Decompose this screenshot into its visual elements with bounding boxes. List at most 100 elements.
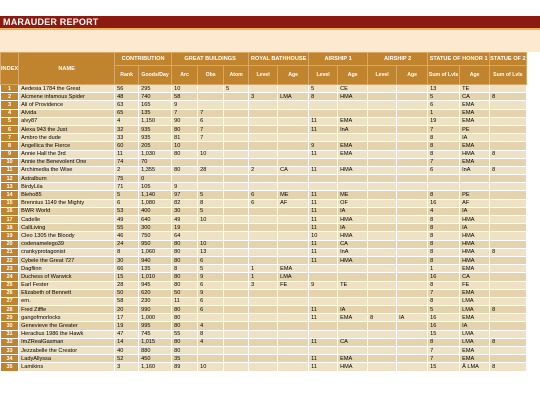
statue1-sum-lvls-cell: 6 — [427, 100, 461, 110]
table-row: 12 Astralburn 75 0 — [0, 174, 527, 184]
statue2-sum-lvls-cell — [489, 223, 527, 233]
bathhouse-age-cell: LMA — [277, 272, 310, 282]
arc-cell: 64 — [171, 231, 199, 241]
airship2-age-cell — [396, 354, 429, 364]
statue1-sum-lvls-cell: 8 — [427, 239, 461, 249]
arc-cell: 58 — [171, 92, 199, 102]
index-cell: 6 — [0, 124, 20, 135]
statue2-sum-lvls-cell — [489, 174, 527, 184]
airship2-age-cell — [396, 83, 429, 94]
index-cell: 26 — [0, 288, 20, 298]
statue2-sum-lvls-cell: 8 — [489, 165, 527, 176]
statue1-sum-lvls-cell: 8 — [427, 231, 461, 241]
col-statue1-sum-lvls: Sum of Lvls — [427, 65, 461, 85]
arc-cell: 80 — [171, 247, 199, 257]
goods-day-cell: 400 — [138, 206, 173, 217]
table-row: 6 Alexa 943 the Just 32 935 80 7 11 InA 7 PE — [0, 124, 527, 135]
bathhouse-level-cell: 6 — [248, 190, 279, 200]
statue1-sum-lvls-cell: 8 — [427, 337, 461, 348]
airship2-level-cell — [367, 264, 398, 274]
airship2-age-cell — [396, 92, 429, 102]
airship2-level-cell — [367, 100, 398, 110]
statue1-age-cell — [459, 182, 491, 192]
airship2-level-cell — [367, 345, 398, 356]
airship1-level-cell — [308, 264, 339, 274]
obs-cell: 6 — [197, 116, 225, 126]
statue1-sum-lvls-cell: 8 — [427, 214, 461, 225]
table-row: 28 Fred Ziffle 20 990 80 6 11 IA 5 LMA 8 — [0, 305, 527, 315]
arc-cell: 9 — [171, 182, 199, 192]
statue1-sum-lvls-cell: 13 — [427, 83, 461, 94]
airship2-level-cell: 8 — [367, 313, 398, 323]
airship1-level-cell — [308, 157, 339, 167]
statue1-sum-lvls-cell: 5 — [427, 305, 461, 315]
atom-cell — [223, 214, 250, 225]
index-cell: 8 — [0, 141, 20, 151]
goods-day-cell: 1,030 — [138, 149, 173, 159]
bathhouse-age-cell — [277, 305, 310, 315]
airship1-age-cell: EMA — [337, 116, 369, 126]
goods-day-cell: 135 — [138, 264, 173, 274]
index-cell: 33 — [0, 345, 20, 356]
airship2-age-cell — [396, 247, 429, 257]
statue1-sum-lvls-cell: 19 — [427, 116, 461, 126]
statue1-sum-lvls-cell: 5 — [427, 92, 461, 102]
statue2-sum-lvls-cell — [489, 280, 527, 290]
table-row: 27 ern. 58 230 11 6 8 LMA — [0, 296, 527, 307]
airship2-level-cell — [367, 223, 398, 233]
airship2-level-cell — [367, 296, 398, 307]
airship1-age-cell: HMA — [337, 214, 369, 225]
airship1-level-cell: 8 — [308, 92, 339, 102]
goods-day-cell: 740 — [138, 92, 173, 102]
goods-day-cell: 1,000 — [138, 313, 173, 323]
airship2-level-cell — [367, 329, 398, 339]
index-cell: 17 — [0, 214, 20, 225]
bathhouse-level-cell — [248, 321, 279, 331]
bathhouse-age-cell — [277, 108, 310, 118]
airship1-level-cell — [308, 182, 339, 192]
goods-day-cell: 880 — [138, 345, 173, 356]
airship2-age-cell — [396, 165, 429, 176]
atom-cell — [223, 198, 250, 208]
bathhouse-age-cell: AF — [277, 198, 310, 208]
airship1-age-cell: HMA — [337, 92, 369, 102]
airship1-level-cell: 11 — [308, 124, 339, 135]
airship2-age-cell — [396, 124, 429, 135]
rank-cell: 6 — [114, 198, 140, 208]
airship1-level-cell: 11 — [308, 362, 339, 372]
airship1-age-cell — [337, 296, 369, 307]
bathhouse-level-cell — [248, 83, 279, 94]
statue1-age-cell: EMA — [459, 141, 491, 151]
atom-cell — [223, 174, 250, 184]
col-name: NAME — [18, 52, 116, 85]
index-cell: 35 — [0, 362, 20, 372]
goods-day-cell: 1,355 — [138, 165, 173, 176]
airship1-age-cell — [337, 100, 369, 110]
bathhouse-age-cell — [277, 157, 310, 167]
goods-day-cell: 70 — [138, 157, 173, 167]
airship2-age-cell — [396, 255, 429, 266]
airship2-level-cell — [367, 337, 398, 348]
col-obs: Obs — [197, 65, 225, 85]
index-cell: 22 — [0, 255, 20, 266]
index-cell: 9 — [0, 149, 20, 159]
index-cell: 20 — [0, 239, 20, 249]
header-strip — [0, 30, 540, 52]
goods-day-cell: 1,010 — [138, 272, 173, 282]
airship1-level-cell — [308, 174, 339, 184]
goods-day-cell: 0 — [138, 174, 173, 184]
statue1-sum-lvls-cell: 8 — [427, 280, 461, 290]
index-cell: 7 — [0, 133, 20, 143]
airship2-age-cell — [396, 296, 429, 307]
airship1-age-cell: IA — [337, 223, 369, 233]
bathhouse-level-cell — [248, 108, 279, 118]
bathhouse-level-cell — [248, 305, 279, 315]
statue1-age-cell: IA — [459, 223, 491, 233]
rank-cell: 33 — [114, 133, 140, 143]
group-airship-2: AIRSHIP 2 — [367, 52, 429, 66]
arc-cell: 80 — [171, 337, 199, 348]
airship1-age-cell — [337, 264, 369, 274]
rank-cell: 19 — [114, 321, 140, 331]
bathhouse-age-cell — [277, 288, 310, 298]
goods-day-cell: 230 — [138, 296, 173, 307]
